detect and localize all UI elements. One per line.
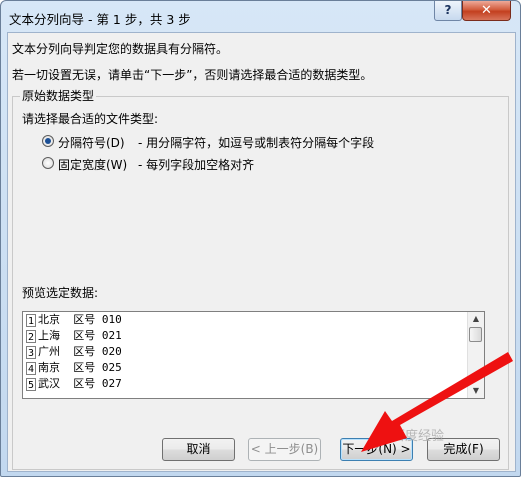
preview-label: 预览选定数据: [22, 286, 99, 300]
group-title: 原始数据类型 [20, 87, 97, 104]
preview-row: 1 北京 区号 010 [23, 312, 122, 328]
close-button[interactable]: ✕ [462, 1, 511, 21]
data-type-group [12, 96, 509, 470]
row-text: 武汉 区号 027 [38, 377, 122, 390]
preview-row: 5 武汉 区号 027 [23, 376, 122, 392]
radio-fixed-width-label[interactable]: 固定宽度(W) [58, 156, 127, 173]
radio-fixed-width-dot[interactable] [42, 157, 54, 169]
dialog-window: 文本分列向导 - 第 1 步，共 3 步 ? ✕ 文本分列向导判定您的数据具有分… [0, 0, 521, 477]
scroll-down-icon[interactable]: ▼ [468, 384, 484, 398]
row-number: 1 [26, 314, 36, 327]
window-title: 文本分列向导 - 第 1 步，共 3 步 [9, 12, 191, 27]
row-text: 北京 区号 010 [38, 313, 122, 326]
preview-row: 3 广州 区号 020 [23, 344, 122, 360]
row-text: 广州 区号 020 [38, 345, 122, 358]
watermark: 百度经验 [392, 429, 445, 444]
intro-text-1: 文本分列向导判定您的数据具有分隔符。 [12, 42, 229, 56]
preview-scrollbar[interactable]: ▲ ▼ [467, 312, 484, 398]
data-preview[interactable]: 1 北京 区号 010 2 上海 区号 021 3 广州 区号 020 4 南京… [22, 311, 485, 399]
row-number: 2 [26, 330, 36, 343]
row-text: 上海 区号 021 [38, 329, 122, 342]
scroll-thumb[interactable] [469, 327, 482, 342]
radio-fixed-width-desc: - 每列字段加空格对齐 [138, 158, 255, 172]
row-number: 3 [26, 346, 36, 359]
scroll-up-icon[interactable]: ▲ [468, 312, 484, 326]
row-number: 5 [26, 378, 36, 391]
radio-delimited-dot[interactable] [42, 135, 54, 147]
preview-row: 4 南京 区号 025 [23, 360, 122, 376]
cancel-button[interactable]: 取消 [162, 438, 235, 461]
radio-delimited-desc: - 用分隔字符，如逗号或制表符分隔每个字段 [138, 136, 375, 150]
help-button[interactable]: ? [434, 1, 462, 21]
radio-delimited-label[interactable]: 分隔符号(D) [58, 134, 125, 151]
back-button[interactable]: < 上一步(B) [248, 438, 321, 461]
row-text: 南京 区号 025 [38, 361, 122, 374]
row-number: 4 [26, 362, 36, 375]
title-bar[interactable]: 文本分列向导 - 第 1 步，共 3 步 ? ✕ [1, 1, 520, 32]
file-type-prompt: 请选择最合适的文件类型: [22, 112, 159, 126]
preview-row: 2 上海 区号 021 [23, 328, 122, 344]
dialog-content: 文本分列向导判定您的数据具有分隔符。 若一切设置无误，请单击“下一步”，否则请选… [7, 32, 516, 472]
intro-text-2: 若一切设置无误，请单击“下一步”，否则请选择最合适的数据类型。 [12, 68, 373, 82]
